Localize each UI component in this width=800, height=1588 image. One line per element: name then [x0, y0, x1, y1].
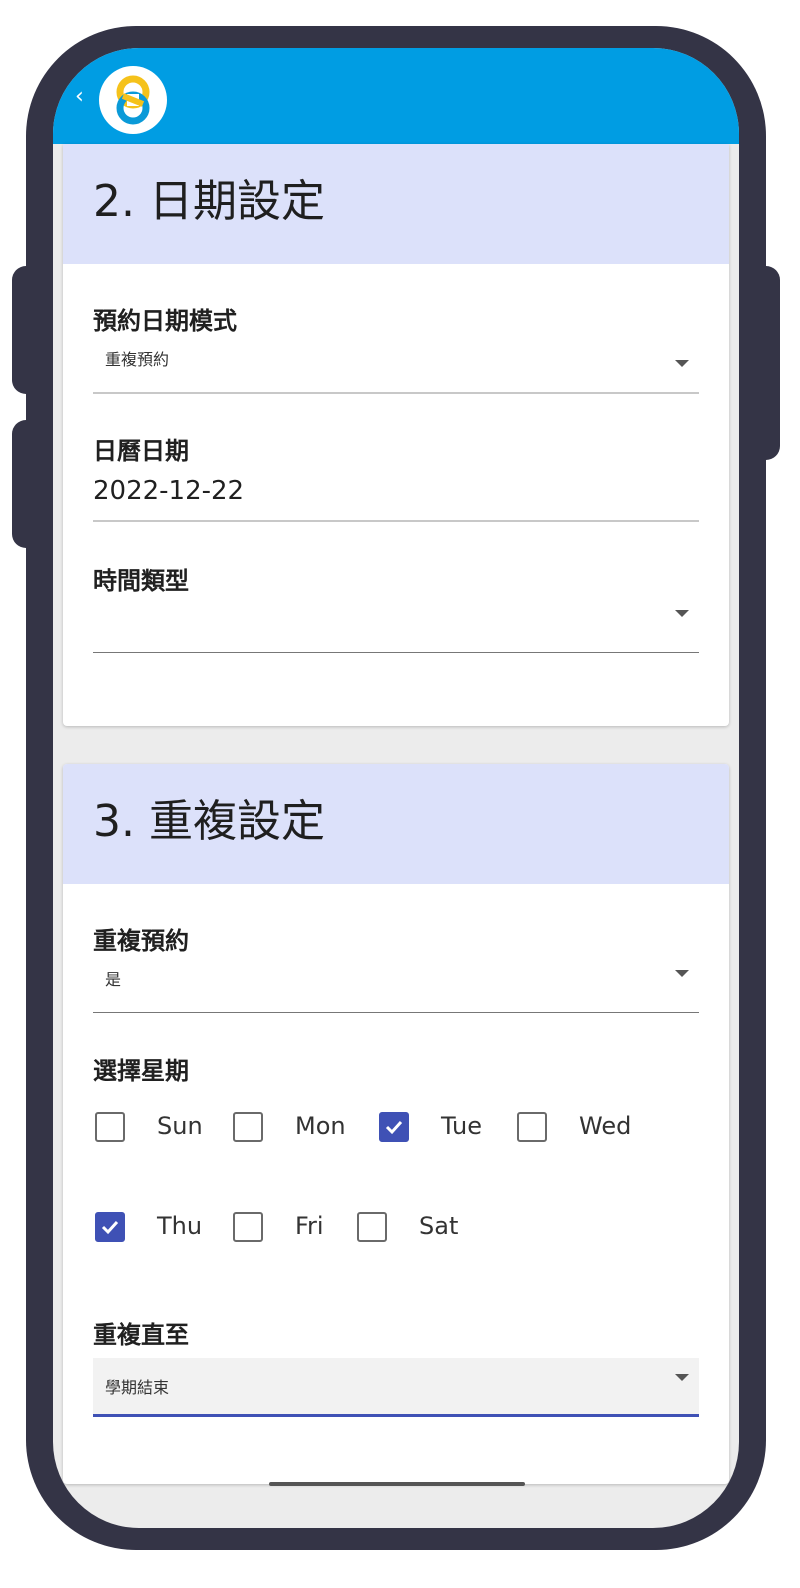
check-icon — [385, 1120, 403, 1135]
weekday-checkbox-wed[interactable]: Wed — [517, 1112, 637, 1148]
time-type-select[interactable]: 時間類型 — [93, 566, 699, 656]
booking-date-mode-select[interactable]: 預約日期模式 重複預約 — [93, 306, 699, 396]
field-focus-underline — [93, 1414, 699, 1417]
field-underline — [93, 392, 699, 394]
date-settings-title: 2. 日期設定 — [93, 176, 325, 227]
repeat-until-fill — [93, 1358, 699, 1416]
check-icon — [101, 1220, 119, 1235]
field-underline — [93, 652, 699, 653]
weekday-checkbox-fri[interactable]: Fri — [233, 1212, 333, 1248]
weekday-label-thu: Thu — [157, 1212, 203, 1240]
weekday-label-sun: Sun — [157, 1112, 203, 1140]
weekday-checkbox-thu[interactable]: Thu — [95, 1212, 205, 1248]
weekday-selector: 選擇星期 Sun Mon Tue Wed Thu Fri Sat — [93, 1056, 699, 1276]
app-bar: ‹ — [53, 48, 739, 144]
date-settings-header: 2. 日期設定 — [63, 144, 729, 264]
field-underline — [93, 1012, 699, 1013]
chevron-down-icon[interactable] — [675, 360, 689, 367]
time-type-label: 時間類型 — [93, 567, 189, 595]
booking-date-mode-value: 重複預約 — [105, 350, 170, 369]
weekday-checkbox-mon[interactable]: Mon — [233, 1112, 353, 1148]
calendar-date-field[interactable]: 日曆日期 2022-12-22 — [93, 436, 699, 526]
checkbox-thu[interactable] — [95, 1212, 125, 1242]
weekday-label-tue: Tue — [441, 1112, 482, 1140]
repeat-until-select[interactable]: 重複直至 學期結束 — [93, 1320, 699, 1420]
checkbox-wed[interactable] — [517, 1112, 547, 1142]
repeat-settings-card: 3. 重複設定 重複預約 是 選擇星期 Sun Mon Tue Wed Thu … — [63, 764, 729, 1484]
chevron-down-icon[interactable] — [675, 970, 689, 977]
repeat-settings-title: 3. 重複設定 — [93, 796, 325, 847]
weekday-label-wed: Wed — [579, 1112, 632, 1140]
chevron-down-icon[interactable] — [675, 610, 689, 617]
repeat-booking-select[interactable]: 重複預約 是 — [93, 926, 699, 1016]
weekday-checkbox-sun[interactable]: Sun — [95, 1112, 205, 1148]
repeat-settings-header: 3. 重複設定 — [63, 764, 729, 884]
weekday-label-sat: Sat — [419, 1212, 459, 1240]
back-icon[interactable]: ‹ — [75, 86, 84, 108]
checkbox-sun[interactable] — [95, 1112, 125, 1142]
phone-screen: ‹ 2. 日期設定 預約日期模式 重複預約 日曆日期 2022-12-22 時間… — [53, 48, 739, 1528]
date-settings-card: 2. 日期設定 預約日期模式 重複預約 日曆日期 2022-12-22 時間類型 — [63, 144, 729, 726]
repeat-until-label: 重複直至 — [93, 1321, 189, 1349]
weekday-checkbox-sat[interactable]: Sat — [357, 1212, 467, 1248]
chevron-down-icon[interactable] — [675, 1374, 689, 1381]
app-logo-icon — [99, 66, 167, 134]
calendar-date-value: 2022-12-22 — [93, 476, 245, 506]
weekday-label-fri: Fri — [295, 1212, 324, 1240]
checkbox-sat[interactable] — [357, 1212, 387, 1242]
checkbox-mon[interactable] — [233, 1112, 263, 1142]
field-underline — [93, 520, 699, 522]
checkbox-fri[interactable] — [233, 1212, 263, 1242]
repeat-until-value: 學期結束 — [105, 1378, 170, 1397]
weekday-label-mon: Mon — [295, 1112, 346, 1140]
weekday-label: 選擇星期 — [93, 1057, 189, 1085]
repeat-booking-value: 是 — [105, 970, 122, 989]
repeat-booking-label: 重複預約 — [93, 927, 189, 955]
home-indicator — [269, 1482, 525, 1486]
checkbox-tue[interactable] — [379, 1112, 409, 1142]
weekday-checkbox-tue[interactable]: Tue — [379, 1112, 489, 1148]
booking-date-mode-label: 預約日期模式 — [93, 307, 237, 335]
calendar-date-label: 日曆日期 — [93, 437, 189, 465]
